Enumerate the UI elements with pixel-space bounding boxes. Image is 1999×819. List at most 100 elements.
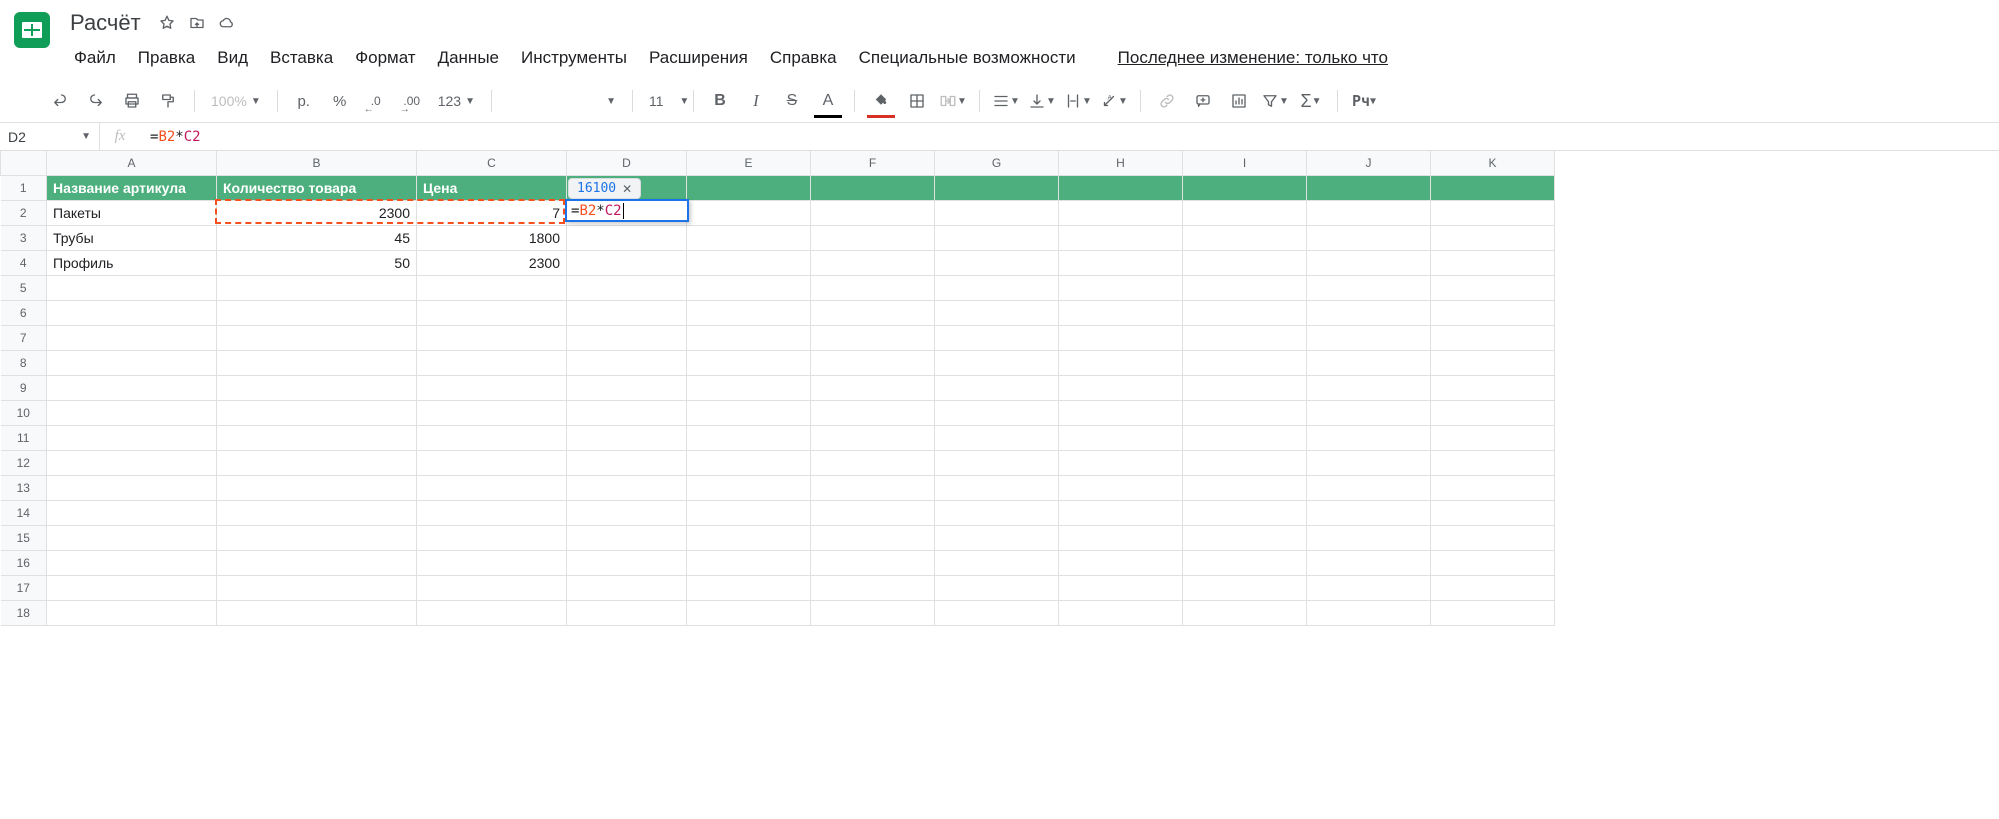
cell[interactable] (1059, 275, 1183, 300)
spreadsheet-grid[interactable]: ABCDEFGHIJK1Название артикулаКоличество … (0, 151, 1999, 626)
cell[interactable] (811, 500, 935, 525)
cell[interactable] (417, 275, 567, 300)
cell[interactable] (687, 300, 811, 325)
select-all-corner[interactable] (1, 151, 47, 175)
text-rotation-button[interactable]: A▼ (1098, 86, 1130, 116)
cell[interactable] (935, 350, 1059, 375)
filter-button[interactable]: ▼ (1259, 86, 1291, 116)
cell[interactable] (811, 400, 935, 425)
cell[interactable] (811, 200, 935, 225)
cell[interactable] (1059, 350, 1183, 375)
close-preview-icon[interactable]: ✕ (622, 182, 632, 196)
cell[interactable] (567, 475, 687, 500)
column-header[interactable]: A (47, 151, 217, 175)
cell[interactable] (1307, 600, 1431, 625)
cell[interactable] (1059, 225, 1183, 250)
row-header[interactable]: 14 (1, 500, 47, 525)
row-header[interactable]: 13 (1, 475, 47, 500)
row-header[interactable]: 5 (1, 275, 47, 300)
row-header[interactable]: 16 (1, 550, 47, 575)
cell[interactable] (1183, 225, 1307, 250)
cell[interactable] (1431, 200, 1555, 225)
cell[interactable] (1307, 275, 1431, 300)
menu-data[interactable]: Данные (428, 44, 509, 72)
cell[interactable] (1183, 275, 1307, 300)
cell[interactable] (1059, 250, 1183, 275)
cell[interactable] (811, 225, 935, 250)
column-header[interactable]: D (567, 151, 687, 175)
cell[interactable] (935, 300, 1059, 325)
cell[interactable] (1431, 475, 1555, 500)
cell[interactable] (567, 600, 687, 625)
bold-button[interactable]: B (704, 86, 736, 116)
menu-view[interactable]: Вид (207, 44, 258, 72)
cell[interactable]: Количество товара (217, 175, 417, 200)
insert-comment-button[interactable] (1187, 86, 1219, 116)
cell[interactable] (567, 375, 687, 400)
cell[interactable] (687, 400, 811, 425)
column-header[interactable]: F (811, 151, 935, 175)
row-header[interactable]: 1 (1, 175, 47, 200)
cell[interactable] (1431, 425, 1555, 450)
cell[interactable] (1059, 425, 1183, 450)
menu-format[interactable]: Формат (345, 44, 425, 72)
cell[interactable] (935, 375, 1059, 400)
cell[interactable] (1183, 375, 1307, 400)
cell[interactable] (935, 275, 1059, 300)
cell[interactable] (687, 200, 811, 225)
cell[interactable] (1307, 225, 1431, 250)
cell[interactable] (417, 525, 567, 550)
cell[interactable] (811, 350, 935, 375)
cell[interactable] (217, 275, 417, 300)
cell[interactable] (1183, 350, 1307, 375)
cell[interactable] (1431, 275, 1555, 300)
cell[interactable] (567, 425, 687, 450)
cell[interactable] (1183, 600, 1307, 625)
cell[interactable] (1059, 575, 1183, 600)
cell[interactable] (1183, 575, 1307, 600)
cell[interactable] (1307, 325, 1431, 350)
cell[interactable] (687, 275, 811, 300)
horizontal-align-button[interactable]: ▼ (990, 86, 1022, 116)
cell[interactable] (417, 600, 567, 625)
row-header[interactable]: 2 (1, 200, 47, 225)
cell[interactable] (567, 225, 687, 250)
row-header[interactable]: 15 (1, 525, 47, 550)
text-wrap-button[interactable]: ▼ (1062, 86, 1094, 116)
cell[interactable] (1307, 575, 1431, 600)
cell[interactable] (1183, 325, 1307, 350)
cell[interactable] (1307, 250, 1431, 275)
row-header[interactable]: 8 (1, 350, 47, 375)
cell[interactable] (1059, 200, 1183, 225)
cell[interactable] (1183, 200, 1307, 225)
sheets-logo[interactable] (10, 8, 54, 52)
cloud-status-icon[interactable] (217, 13, 237, 33)
menu-insert[interactable]: Вставка (260, 44, 343, 72)
cell[interactable] (1183, 525, 1307, 550)
cell[interactable] (567, 300, 687, 325)
cell[interactable] (687, 250, 811, 275)
cell[interactable] (935, 400, 1059, 425)
cell[interactable] (417, 400, 567, 425)
cell[interactable] (811, 300, 935, 325)
decrease-decimal-button[interactable]: .0← (360, 86, 392, 116)
cell[interactable] (47, 275, 217, 300)
cell[interactable] (217, 575, 417, 600)
cell[interactable] (417, 375, 567, 400)
name-box[interactable]: D2▼ (0, 123, 100, 150)
cell[interactable] (417, 425, 567, 450)
cell[interactable] (47, 450, 217, 475)
cell[interactable] (1307, 525, 1431, 550)
cell[interactable] (1059, 525, 1183, 550)
cell[interactable] (811, 475, 935, 500)
increase-decimal-button[interactable]: .00→ (396, 86, 428, 116)
cell[interactable] (417, 450, 567, 475)
cell[interactable]: 45 (217, 225, 417, 250)
cell[interactable] (1307, 450, 1431, 475)
cell[interactable] (47, 525, 217, 550)
star-icon[interactable] (157, 13, 177, 33)
cell[interactable] (935, 600, 1059, 625)
cell[interactable] (567, 525, 687, 550)
cell[interactable] (417, 500, 567, 525)
cell[interactable] (811, 525, 935, 550)
